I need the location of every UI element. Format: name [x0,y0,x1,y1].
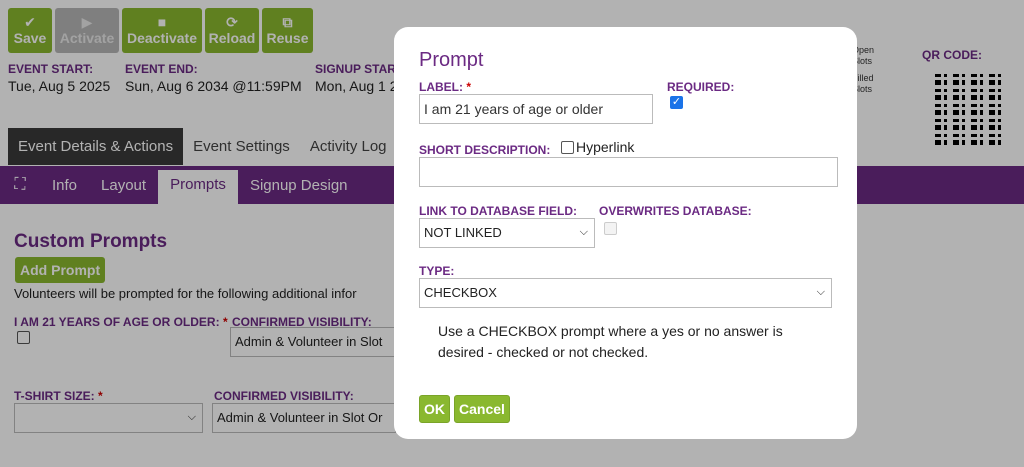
required-marker: * [466,80,472,94]
overwrites-database-checkbox[interactable] [604,222,617,235]
link-database-value: NOT LINKED [424,225,502,240]
short-description-input[interactable] [419,157,838,187]
prompt-dialog: Prompt LABEL: * I am 21 years of age or … [394,27,857,439]
type-help-text: Use a CHECKBOX prompt where a yes or no … [438,323,783,360]
label-input[interactable]: I am 21 years of age or older [419,94,653,124]
required-label: REQUIRED: [667,80,735,94]
cancel-button[interactable]: Cancel [454,395,510,423]
link-database-select[interactable]: NOT LINKED ⌵ [419,218,595,248]
chevron-down-icon: ⌵ [579,226,588,238]
hyperlink-label: Hyperlink [576,139,635,155]
label-field-label-text: LABEL: [419,80,463,94]
label-field-label: LABEL: * [419,80,471,94]
link-database-label: LINK TO DATABASE FIELD: [419,204,577,218]
type-value: CHECKBOX [424,285,497,300]
overwrites-database-label: OVERWRITES DATABASE: [599,204,752,218]
ok-button[interactable]: OK [419,395,450,423]
required-checkbox[interactable]: ✓ [670,96,683,109]
hyperlink-checkbox[interactable] [561,141,574,154]
type-select[interactable]: CHECKBOX ⌵ [419,278,832,308]
short-description-label: SHORT DESCRIPTION: [419,143,551,157]
chevron-down-icon: ⌵ [816,286,825,298]
type-label: TYPE: [419,264,455,278]
dialog-title: Prompt [419,49,484,71]
